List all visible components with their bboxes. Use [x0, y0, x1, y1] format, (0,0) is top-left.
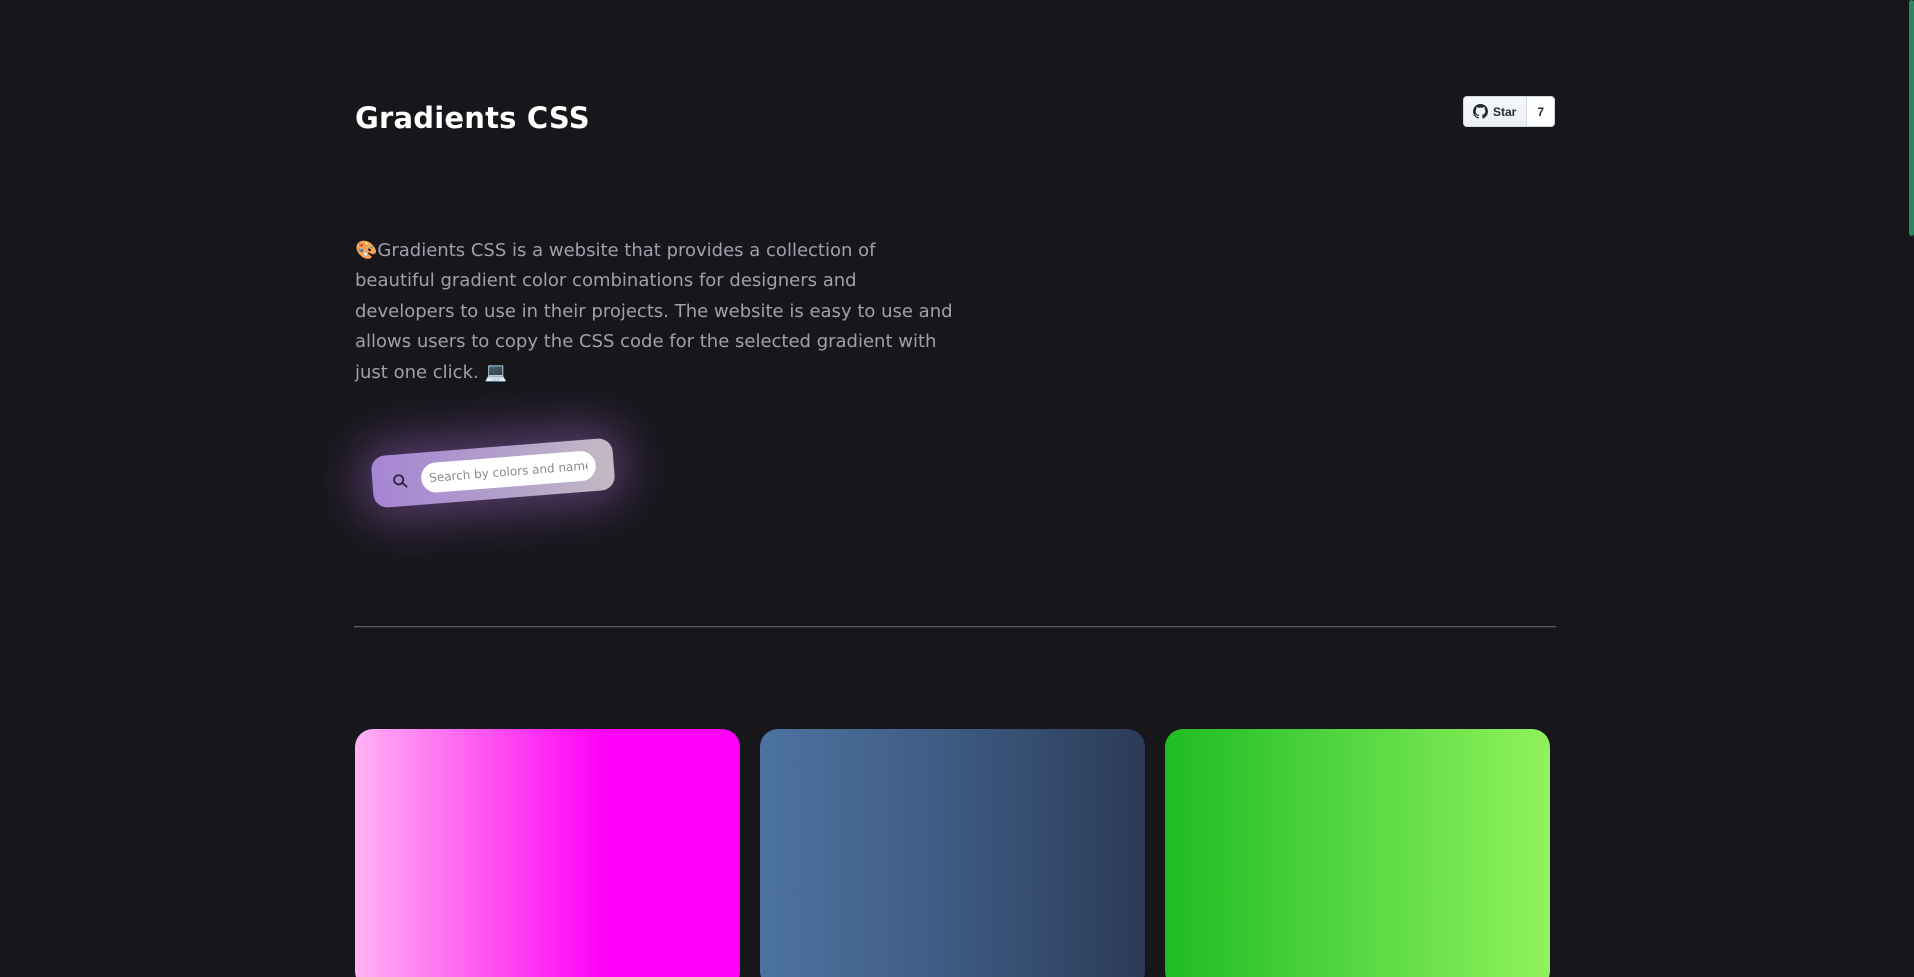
section-divider — [354, 626, 1556, 628]
site-title: Gradients CSS — [355, 101, 590, 135]
search-box — [370, 437, 616, 509]
site-description: 🎨Gradients CSS is a website that provide… — [355, 240, 953, 383]
github-star-count[interactable]: 7 — [1527, 97, 1555, 126]
github-star-button[interactable]: Star — [1464, 97, 1528, 126]
gradient-card[interactable] — [760, 729, 1145, 977]
search-input[interactable] — [420, 449, 597, 494]
page: Gradients CSS Star 7 🎨Gradients CSS is a… — [0, 0, 1914, 977]
github-star-label: Star — [1493, 104, 1517, 119]
page-scrollbar[interactable] — [1909, 0, 1914, 236]
gradient-card[interactable] — [1165, 729, 1550, 977]
github-star-widget: Star 7 — [1463, 96, 1556, 127]
search-icon[interactable] — [389, 470, 411, 492]
gradient-card[interactable] — [355, 729, 740, 977]
github-icon — [1473, 104, 1488, 119]
